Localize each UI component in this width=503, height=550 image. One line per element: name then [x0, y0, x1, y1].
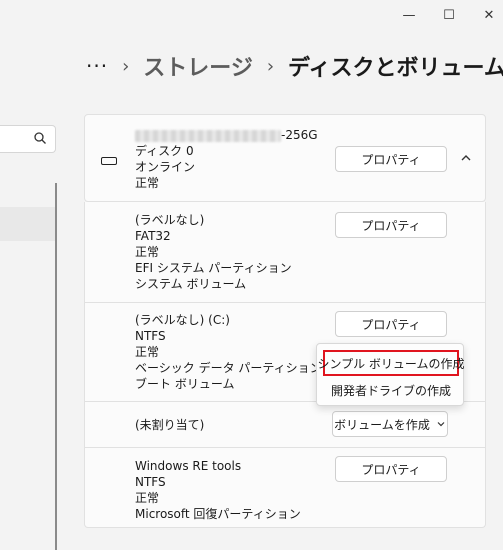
sidebar-divider: [55, 183, 57, 550]
menu-item-create-dev-drive[interactable]: 開発者ドライブの作成: [323, 377, 459, 403]
volume-row: Windows RE tools NTFS 正常 Microsoft 回復パーテ…: [84, 448, 486, 528]
volume-label: Windows RE tools: [135, 459, 242, 473]
create-volume-button[interactable]: ボリュームを作成: [332, 411, 448, 437]
disk-icon: [101, 157, 117, 165]
volume-row: (ラベルなし) FAT32 正常 EFI システム パーティション システム ボ…: [84, 202, 486, 303]
volume-properties-button[interactable]: プロパティ: [335, 456, 447, 482]
chevron-down-icon: [437, 422, 445, 427]
volume-filesystem: NTFS: [135, 475, 166, 489]
volume-filesystem: NTFS: [135, 329, 166, 343]
volume-label: (ラベルなし): [135, 213, 205, 227]
volume-properties-button[interactable]: プロパティ: [335, 311, 447, 337]
sidebar-selected-item[interactable]: [0, 207, 55, 241]
volume-role: ブート ボリューム: [135, 377, 235, 391]
disk-label: ディスク 0: [135, 144, 194, 158]
redacted-disk-model: [135, 129, 281, 142]
disk-health: 正常: [135, 176, 160, 190]
breadcrumb: ··· › ストレージ › ディスクとボリューム: [86, 50, 503, 82]
volume-label: (未割り当て): [135, 418, 205, 432]
volume-properties-button[interactable]: プロパティ: [335, 212, 447, 238]
menu-item-create-simple-volume[interactable]: シンプル ボリュームの作成: [317, 350, 465, 376]
create-volume-label: ボリュームを作成: [334, 417, 430, 432]
page-title: ディスクとボリューム: [288, 56, 503, 81]
disk-card: -256G ディスク 0 オンライン 正常 プロパティ: [84, 114, 486, 202]
create-volume-menu: シンプル ボリュームの作成 開発者ドライブの作成: [316, 343, 465, 406]
volume-health: 正常: [135, 345, 160, 359]
volume-health: 正常: [135, 491, 160, 505]
volume-type: EFI システム パーティション: [135, 261, 292, 275]
volume-row: (未割り当て) ボリュームを作成: [84, 402, 486, 448]
volume-type: ベーシック データ パーティション: [135, 361, 322, 375]
chevron-right-icon: ›: [122, 55, 130, 77]
disk-state: オンライン: [135, 160, 196, 174]
chevron-right-icon: ›: [266, 55, 275, 77]
volume-label: (ラベルなし) (C:): [135, 313, 230, 327]
volume-health: 正常: [135, 245, 160, 259]
disk-properties-button[interactable]: プロパティ: [335, 146, 447, 172]
search-input[interactable]: [0, 125, 56, 153]
disk-name-suffix: -256G: [281, 128, 318, 142]
maximize-button[interactable]: ☐: [438, 6, 460, 24]
volume-filesystem: FAT32: [135, 229, 171, 243]
close-button[interactable]: ✕: [478, 6, 500, 24]
chevron-up-icon[interactable]: [459, 151, 473, 165]
volume-role: システム ボリューム: [135, 277, 247, 291]
breadcrumb-more-button[interactable]: ···: [86, 54, 108, 78]
breadcrumb-storage-link[interactable]: ストレージ: [143, 50, 253, 82]
minimize-button[interactable]: —: [398, 6, 420, 24]
search-icon: [34, 132, 46, 144]
volume-type: Microsoft 回復パーティション: [135, 507, 301, 521]
